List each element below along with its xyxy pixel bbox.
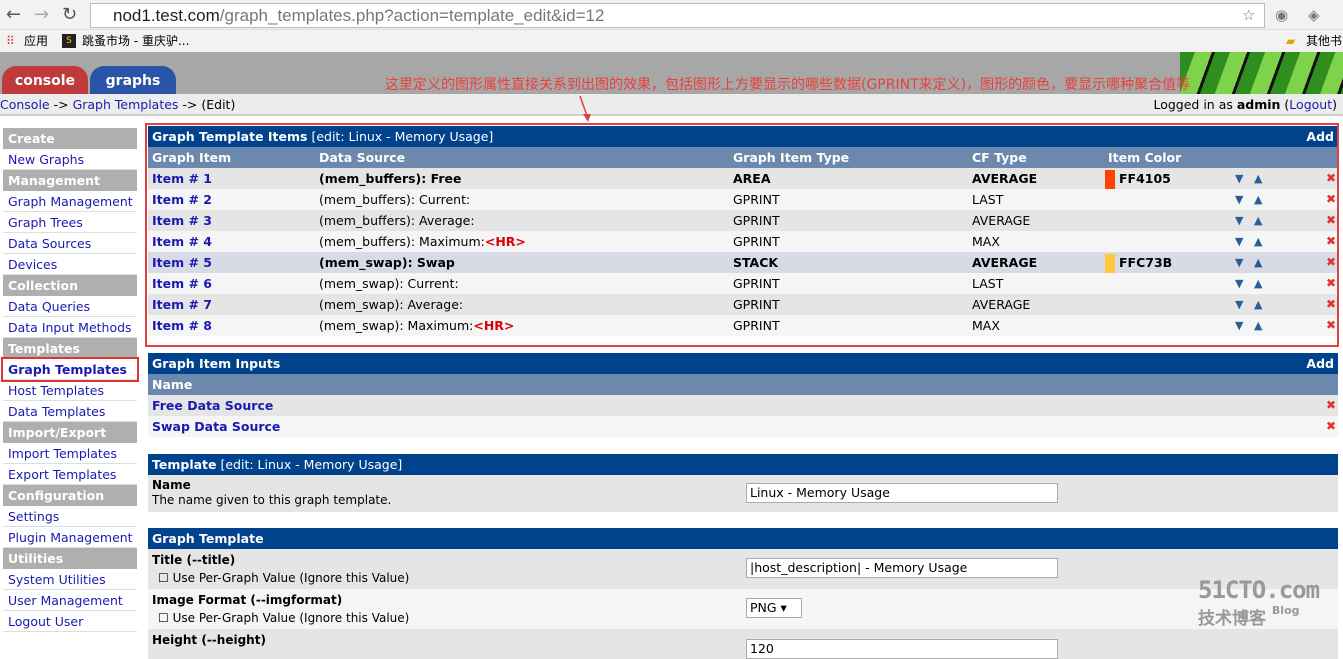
graph-item-inputs-panel: Graph Item Inputs Add Name Free Data Sour… [148, 353, 1338, 437]
delete-icon[interactable]: ✖ [1326, 395, 1336, 416]
sidebar-item-logout-user[interactable]: Logout User [3, 611, 137, 632]
folder-icon: ▰ [1286, 34, 1296, 48]
add-input-button[interactable]: Add [1306, 353, 1334, 374]
sidebar-item-data-input-methods[interactable]: Data Input Methods [3, 317, 137, 338]
url-host: nod1.test.com [113, 6, 220, 25]
login-user: admin [1236, 97, 1281, 112]
breadcrumb-sep: -> [49, 97, 73, 112]
sidebar-header: Create [3, 128, 137, 149]
select-value: PNG [750, 600, 777, 615]
sidebar-item-settings[interactable]: Settings [3, 506, 137, 527]
other-bookmarks[interactable]: 其他书 [1306, 30, 1342, 52]
template-panel: Template [edit: Linux - Memory Usage] Na… [148, 454, 1338, 512]
sidebar-header: Configuration [3, 485, 137, 506]
bookmark-apps[interactable]: 应用 [24, 30, 48, 52]
height-label: Height (--height) [152, 633, 266, 647]
breadcrumb-graph-templates[interactable]: Graph Templates [73, 97, 179, 112]
bookmark-favicon-icon: S [62, 34, 76, 48]
sidebar-item-graph-management[interactable]: Graph Management [3, 191, 137, 212]
sidebar-item-data-sources[interactable]: Data Sources [3, 233, 137, 254]
sidebar-header: Templates [3, 338, 137, 359]
sidebar-item-system-utilities[interactable]: System Utilities [3, 569, 137, 590]
section-title: Graph Template [152, 531, 264, 546]
col-name: Name [152, 377, 193, 392]
sidebar-item-import-templates[interactable]: Import Templates [3, 443, 137, 464]
section-title: Template [152, 457, 217, 472]
graph-template-panel: Graph Template Title (--title) ☐ Use Per… [148, 528, 1338, 659]
image-format-select[interactable]: PNG ▾ [746, 598, 802, 618]
template-name-input[interactable]: Linux - Memory Usage [746, 483, 1058, 503]
tab-console[interactable]: console [2, 66, 88, 94]
tab-graphs[interactable]: graphs [90, 66, 176, 94]
logout-link[interactable]: Logout [1289, 97, 1332, 112]
sidebar-item-plugin-management[interactable]: Plugin Management [3, 527, 137, 548]
checkbox-label: Use Per-Graph Value (Ignore this Value) [172, 571, 410, 585]
input-link[interactable]: Free Data Source [152, 395, 273, 416]
sidebar-item-data-queries[interactable]: Data Queries [3, 296, 137, 317]
name-label: Name [152, 478, 191, 492]
section-title: Graph Item Inputs [152, 356, 281, 371]
sidebar-item-new-graphs[interactable]: New Graphs [3, 149, 137, 170]
address-bar[interactable]: nod1.test.com/graph_templates.php?action… [90, 3, 1265, 28]
sidebar-item-host-templates[interactable]: Host Templates [3, 380, 137, 401]
annotation-arrow [579, 95, 591, 122]
sidebar-item-devices[interactable]: Devices [3, 254, 137, 275]
reload-icon[interactable]: ↻ [62, 4, 77, 25]
browser-toolbar: ← → ↻ nod1.test.com/graph_templates.php?… [0, 0, 1343, 30]
bookmarks-bar: ⠿ 应用 S 跳蚤市场 - 重庆驴... ▰ 其他书 [0, 30, 1343, 52]
apps-icon: ⠿ [6, 34, 15, 48]
login-prefix: Logged in as [1153, 97, 1237, 112]
sidebar-item-data-templates[interactable]: Data Templates [3, 401, 137, 422]
input-link[interactable]: Swap Data Source [152, 416, 280, 437]
sidebar-header: Management [3, 170, 137, 191]
forward-icon[interactable]: → [34, 4, 49, 25]
sidebar-header: Import/Export [3, 422, 137, 443]
delete-icon[interactable]: ✖ [1326, 416, 1336, 437]
section-subtitle: [edit: Linux - Memory Usage] [216, 457, 403, 472]
breadcrumb-current: -> (Edit) [178, 97, 236, 112]
bookmark-item[interactable]: 跳蚤市场 - 重庆驴... [82, 30, 189, 52]
annotation-highlight-box [145, 123, 1339, 347]
login-status: Logged in as admin (Logout) [1153, 97, 1337, 112]
input-row: Free Data Source ✖ [148, 395, 1338, 416]
extension-icon[interactable]: ◉ [1275, 6, 1288, 24]
sidebar-item-user-management[interactable]: User Management [3, 590, 137, 611]
sidebar-header: Collection Methods [3, 275, 137, 314]
title-input[interactable]: |host_description| - Memory Usage [746, 558, 1058, 578]
breadcrumb: Console -> Graph Templates -> (Edit) Log… [0, 94, 1343, 116]
banner-image [1180, 52, 1343, 94]
checkbox-label: Use Per-Graph Value (Ignore this Value) [172, 611, 410, 625]
sidebar-item-export-templates[interactable]: Export Templates [3, 464, 137, 485]
height-input[interactable]: 120 [746, 639, 1058, 659]
annotation-text: 这里定义的图形属性直接关系到出图的效果，包括图形上方要显示的哪些数据(GPRIN… [385, 77, 1191, 93]
checkbox-per-graph-title[interactable]: ☐ [158, 571, 169, 585]
checkbox-per-graph-format[interactable]: ☐ [158, 611, 169, 625]
image-format-label: Image Format (--imgformat) [152, 593, 343, 607]
sidebar-item-graph-templates[interactable]: Graph Templates [1, 357, 139, 382]
extension-icon[interactable]: ◈ [1308, 6, 1320, 24]
input-row: Swap Data Source ✖ [148, 416, 1338, 437]
sidebar: Create New Graphs Management Graph Manageme… [0, 128, 140, 632]
watermark-logo: 51CTO.com 技术博客 Blog [1198, 576, 1320, 629]
back-icon[interactable]: ← [6, 4, 21, 25]
sidebar-header: Utilities [3, 548, 137, 569]
breadcrumb-console[interactable]: Console [0, 97, 50, 112]
sidebar-item-graph-trees[interactable]: Graph Trees [3, 212, 137, 233]
star-icon[interactable]: ☆ [1242, 6, 1255, 24]
name-description: The name given to this graph template. [152, 493, 392, 507]
url-path: /graph_templates.php?action=template_edi… [219, 6, 605, 25]
title-label: Title (--title) [152, 553, 236, 567]
